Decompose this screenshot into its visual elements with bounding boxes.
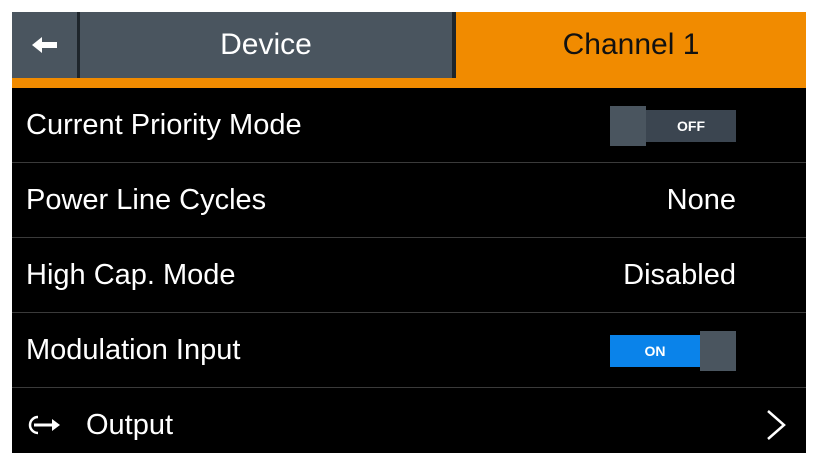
tab-device-label: Device [220,28,312,61]
setting-label: Current Priority Mode [26,109,302,141]
active-tab-indicator [12,78,456,88]
screen: Device Channel 1 Current Priority Mode O… [12,12,806,453]
toggle-state-label: ON [610,335,700,367]
setting-value: Disabled [623,259,736,291]
setting-row-modulation-input[interactable]: Modulation Input ON [12,313,806,388]
output-arrow-icon [28,415,60,435]
current-priority-mode-toggle[interactable]: OFF [610,106,736,146]
setting-row-output[interactable]: Output [12,388,806,453]
arrow-left-icon [31,37,57,53]
modulation-input-toggle[interactable]: ON [610,331,736,371]
setting-row-current-priority-mode[interactable]: Current Priority Mode OFF [12,88,806,163]
setting-row-power-line-cycles[interactable]: Power Line Cycles None [12,163,806,238]
setting-label: High Cap. Mode [26,259,236,291]
tab-channel-label: Channel 1 [562,28,700,61]
chevron-right-icon [767,410,786,440]
setting-value: None [666,184,736,216]
back-button[interactable] [12,12,80,78]
setting-label: Modulation Input [26,334,241,366]
setting-label: Output [86,409,174,441]
setting-label: Power Line Cycles [26,184,267,216]
tab-channel-1[interactable]: Channel 1 [456,12,806,88]
toggle-knob [610,106,646,146]
toggle-state-label: OFF [646,110,736,142]
tab-device[interactable]: Device [80,12,456,78]
setting-row-high-cap-mode[interactable]: High Cap. Mode Disabled [12,238,806,313]
toggle-knob [700,331,736,371]
header-bar: Device Channel 1 [12,12,806,88]
